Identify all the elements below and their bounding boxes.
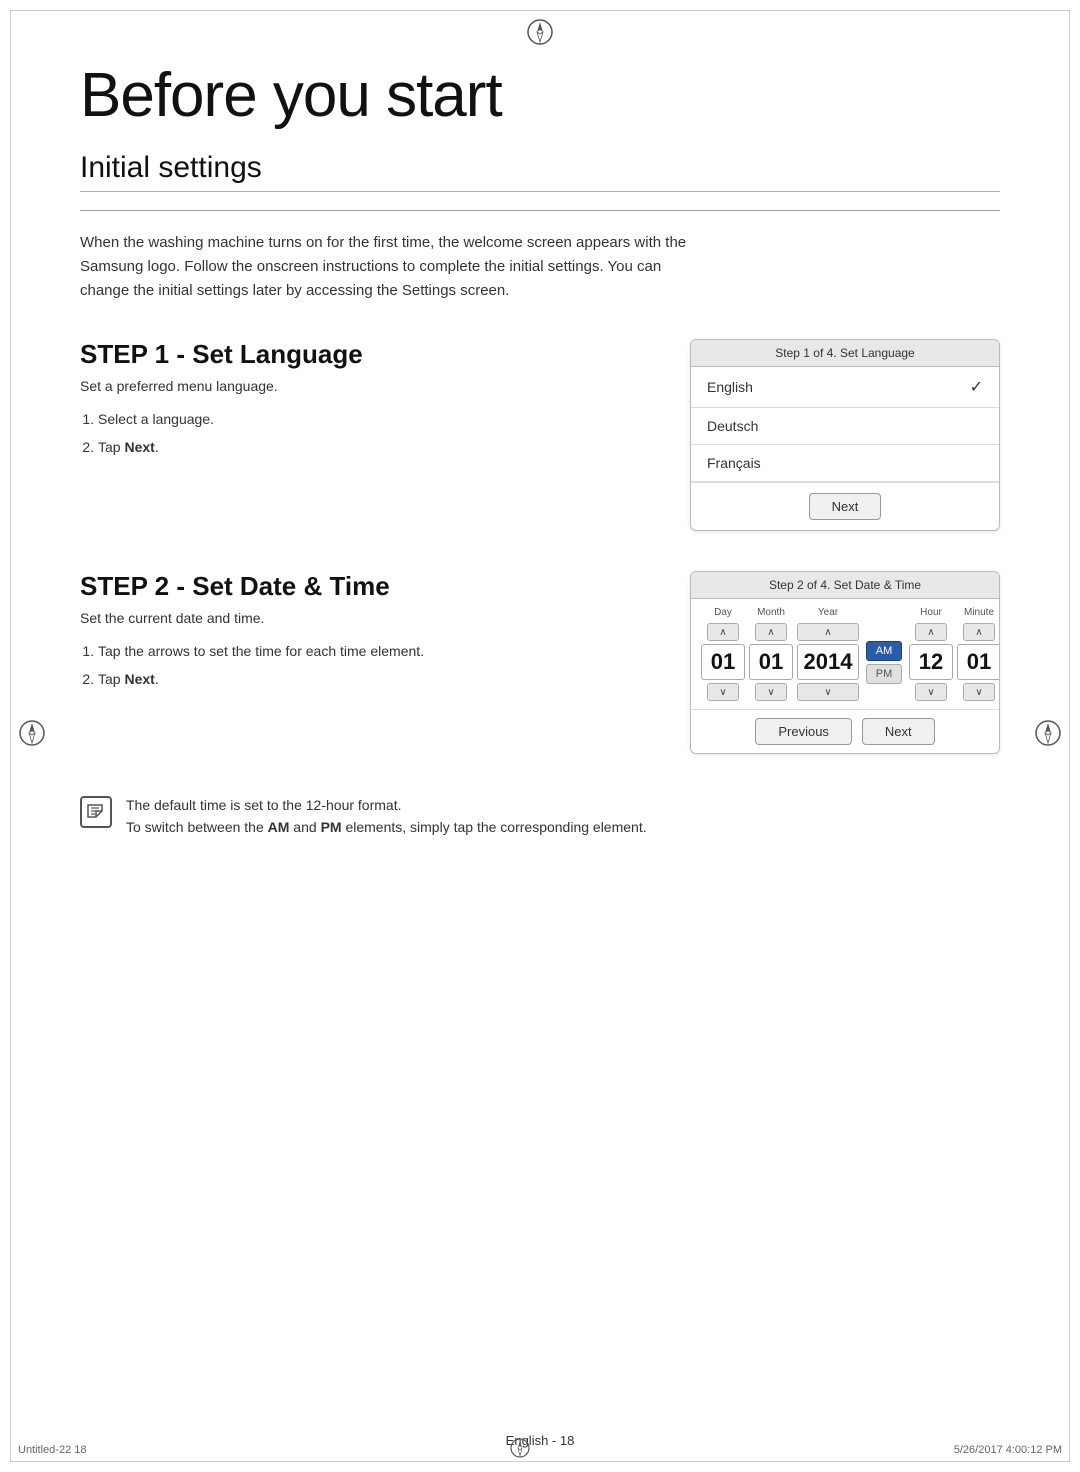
- note-line1: The default time is set to the 12-hour f…: [126, 794, 647, 816]
- page-title: Before you start: [80, 60, 1000, 131]
- step2-instructions: Tap the arrows to set the time for each …: [80, 640, 650, 692]
- step2-previous-button[interactable]: Previous: [755, 718, 852, 745]
- am-button[interactable]: AM: [866, 641, 902, 661]
- minute-value: 01: [957, 644, 1000, 680]
- step1-instructions: Select a language. Tap Next.: [80, 408, 650, 460]
- pm-button[interactable]: PM: [866, 664, 902, 684]
- day-value: 01: [701, 644, 745, 680]
- language-item-francais[interactable]: Français: [691, 445, 999, 482]
- language-deutsch-label: Deutsch: [707, 418, 758, 434]
- step2-left: STEP 2 - Set Date & Time Set the current…: [80, 571, 690, 696]
- note-line2-prefix: To switch between the: [126, 819, 268, 835]
- step1-ui-box: Step 1 of 4. Set Language English ✓ Deut…: [690, 339, 1000, 531]
- step2-next-button[interactable]: Next: [862, 718, 935, 745]
- step2-title: STEP 2 - Set Date & Time: [80, 571, 650, 602]
- step1-footer: Next: [691, 482, 999, 530]
- minute-label: Minute: [964, 607, 994, 618]
- hour-label: Hour: [920, 607, 942, 618]
- step1-suffix: .: [155, 439, 159, 455]
- hour-up-arrow[interactable]: ∧: [915, 623, 947, 641]
- month-down-arrow[interactable]: ∨: [755, 683, 787, 701]
- step2-ui-header: Step 2 of 4. Set Date & Time: [691, 572, 999, 599]
- year-down-arrow[interactable]: ∨: [797, 683, 859, 701]
- intro-text: When the washing machine turns on for th…: [80, 231, 700, 303]
- checkmark-icon: ✓: [970, 377, 983, 397]
- step2-next-bold: Next: [124, 671, 154, 687]
- note-section: The default time is set to the 12-hour f…: [80, 794, 1000, 839]
- note-pm-bold: PM: [321, 819, 342, 835]
- step1-ui: Step 1 of 4. Set Language English ✓ Deut…: [690, 339, 1000, 531]
- note-line2: To switch between the AM and PM elements…: [126, 816, 647, 838]
- year-column: Year ∧ 2014 ∨: [797, 607, 859, 701]
- step2-section: STEP 2 - Set Date & Time Set the current…: [80, 571, 1000, 754]
- bottom-left-text: Untitled-22 18: [18, 1444, 87, 1456]
- bottom-compass-icon: [509, 1437, 531, 1462]
- month-up-arrow[interactable]: ∧: [755, 623, 787, 641]
- step2-instruction2: Tap Next.: [98, 668, 650, 692]
- month-label: Month: [757, 607, 785, 618]
- month-value: 01: [749, 644, 793, 680]
- language-item-deutsch[interactable]: Deutsch: [691, 408, 999, 445]
- step2-tap-prefix: Tap: [98, 671, 124, 687]
- section-heading: Initial settings: [80, 151, 1000, 192]
- compass-top-icon: [526, 18, 554, 52]
- step2-suffix: .: [155, 671, 159, 687]
- year-value: 2014: [797, 644, 859, 680]
- step2-ui: Step 2 of 4. Set Date & Time Day ∧ 01 ∨ …: [690, 571, 1000, 754]
- step1-next-bold: Next: [124, 439, 154, 455]
- note-line2-suffix: elements, simply tap the corresponding e…: [342, 819, 647, 835]
- note-am-bold: AM: [268, 819, 290, 835]
- note-icon: [80, 796, 112, 828]
- note-content: The default time is set to the 12-hour f…: [126, 794, 647, 839]
- hour-value: 12: [909, 644, 953, 680]
- minute-up-arrow[interactable]: ∧: [963, 623, 995, 641]
- step1-tap-prefix: Tap: [98, 439, 124, 455]
- bottom-bar: Untitled-22 18 5/26/2017 4:00:12 PM: [10, 1437, 1070, 1462]
- step1-instruction2: Tap Next.: [98, 436, 650, 460]
- step1-instruction1: Select a language.: [98, 408, 650, 432]
- datetime-grid: Day ∧ 01 ∨ Month ∧ 01 ∨ Year: [691, 599, 999, 709]
- year-label: Year: [818, 607, 838, 618]
- step1-ui-header: Step 1 of 4. Set Language: [691, 340, 999, 367]
- day-column: Day ∧ 01 ∨: [701, 607, 745, 701]
- step2-footer: Previous Next: [691, 709, 999, 753]
- month-column: Month ∧ 01 ∨: [749, 607, 793, 701]
- step2-instruction1: Tap the arrows to set the time for each …: [98, 640, 650, 664]
- step1-section: STEP 1 - Set Language Set a preferred me…: [80, 339, 1000, 531]
- step1-title: STEP 1 - Set Language: [80, 339, 650, 370]
- compass-left-icon: [18, 719, 46, 753]
- step1-subtitle: Set a preferred menu language.: [80, 378, 650, 394]
- minute-column: Minute ∧ 01 ∨: [957, 607, 1000, 701]
- bottom-right-text: 5/26/2017 4:00:12 PM: [954, 1444, 1062, 1456]
- minute-down-arrow[interactable]: ∨: [963, 683, 995, 701]
- hour-column: Hour ∧ 12 ∨: [909, 607, 953, 701]
- step1-left: STEP 1 - Set Language Set a preferred me…: [80, 339, 690, 464]
- day-down-arrow[interactable]: ∨: [707, 683, 739, 701]
- hour-down-arrow[interactable]: ∨: [915, 683, 947, 701]
- compass-right-icon: [1034, 719, 1062, 753]
- day-up-arrow[interactable]: ∧: [707, 623, 739, 641]
- section-divider: [80, 210, 1000, 211]
- step1-next-button[interactable]: Next: [809, 493, 882, 520]
- step2-ui-box: Step 2 of 4. Set Date & Time Day ∧ 01 ∨ …: [690, 571, 1000, 754]
- language-item-english[interactable]: English ✓: [691, 367, 999, 408]
- language-english-label: English: [707, 379, 753, 395]
- ampm-column: AM PM: [866, 607, 902, 701]
- year-up-arrow[interactable]: ∧: [797, 623, 859, 641]
- step2-subtitle: Set the current date and time.: [80, 610, 650, 626]
- day-label: Day: [714, 607, 732, 618]
- language-francais-label: Français: [707, 455, 761, 471]
- note-line2-mid: and: [289, 819, 320, 835]
